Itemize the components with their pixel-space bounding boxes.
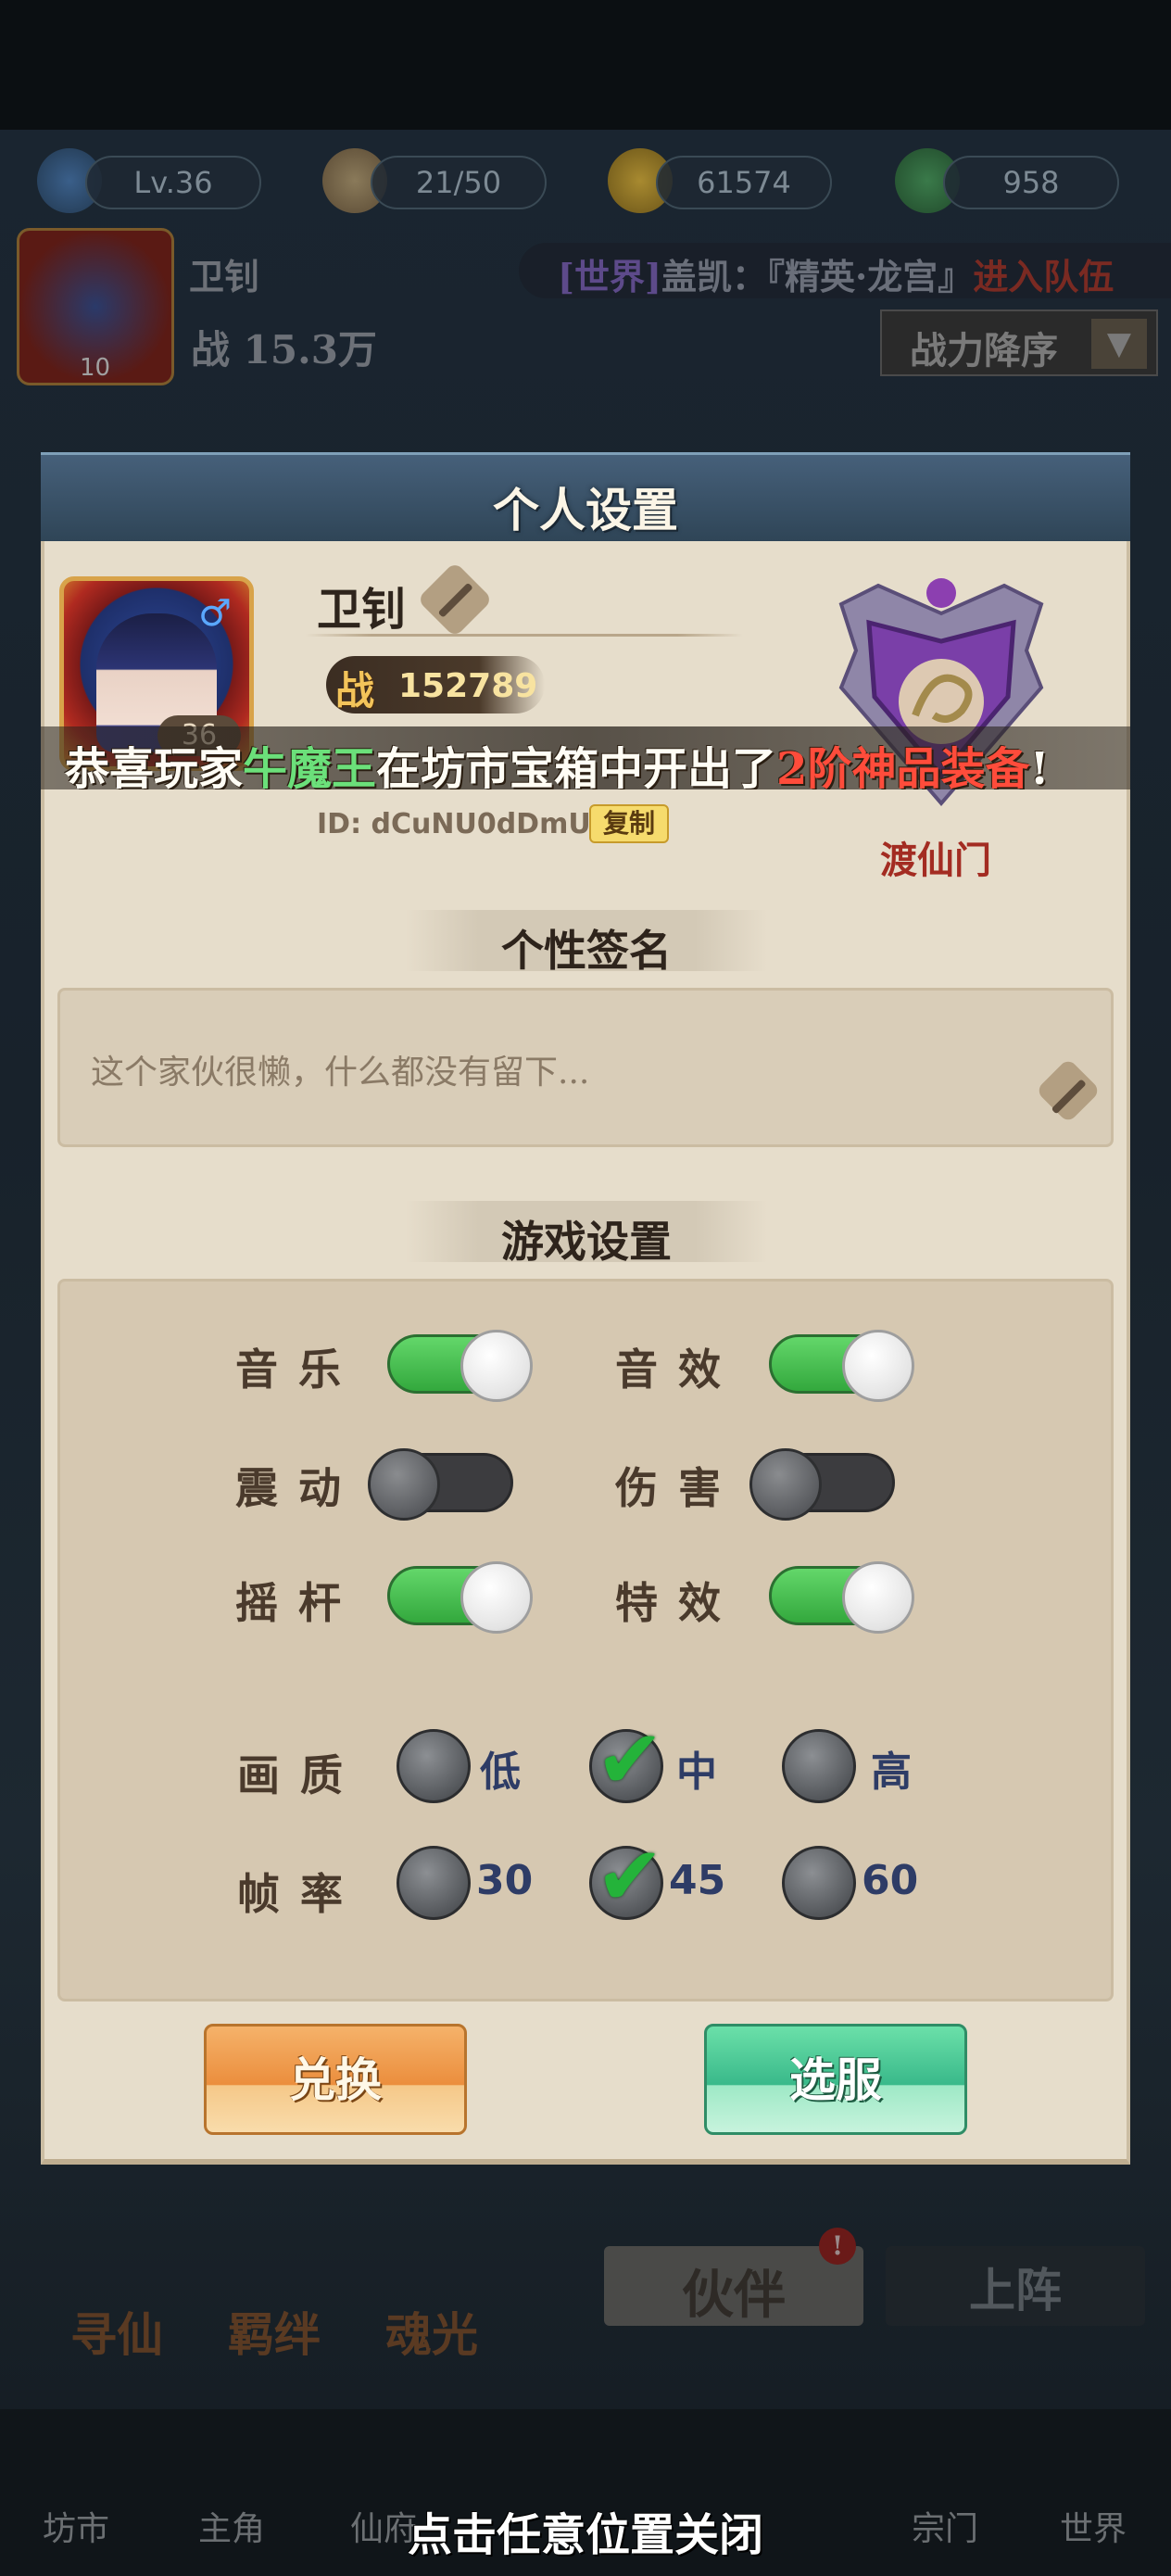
toggle-knob <box>842 1561 914 1634</box>
redeem-button[interactable]: 兑换 <box>204 2024 467 2135</box>
joystick-toggle[interactable] <box>387 1561 533 1634</box>
vibration-label: 震动 <box>235 1463 361 1513</box>
framerate-60-label: 60 <box>862 1857 919 1904</box>
marquee-prefix: 恭喜玩家 <box>65 743 244 789</box>
settings-header: 游戏设置 <box>406 1201 767 1267</box>
quality-medium-label: 中 <box>676 1749 717 1796</box>
hud-power: 战 15.3万 <box>191 327 377 373</box>
copy-id-button[interactable]: 复制 <box>589 804 669 843</box>
signature-header: 个性签名 <box>406 910 767 976</box>
modal-header: 个人设置 <box>41 452 1130 541</box>
quality-high-radio[interactable] <box>782 1729 856 1803</box>
signature-text: 这个家伙很懒，什么都没有留下... <box>91 1054 590 1092</box>
coins-display[interactable]: 61574 <box>656 156 832 209</box>
partner-notification-badge: ! <box>819 2228 856 2265</box>
joystick-label: 摇杆 <box>235 1578 361 1628</box>
sect-name[interactable]: 渡仙门 <box>834 830 1038 884</box>
framerate-45-radio[interactable]: ✔ <box>589 1836 664 1920</box>
tab-deploy-label: 上阵 <box>969 2263 1062 2317</box>
hud-avatar-level: 10 <box>80 354 111 382</box>
tab-deploy[interactable]: 上阵 <box>886 2246 1145 2326</box>
btn-hunguang-label: 魂光 <box>385 2307 478 2362</box>
framerate-30-radio[interactable] <box>397 1846 471 1920</box>
world-chat-ticker[interactable]: [世界]盖凯：『精英·龙宫』进入队伍 <box>519 243 1171 298</box>
level-text: Lv.36 <box>133 165 213 200</box>
btn-xunxian-label: 寻仙 <box>70 2307 163 2362</box>
marquee-middle: 在坊市宝箱中开出了 <box>376 743 777 789</box>
male-gender-icon: ♂ <box>198 592 232 635</box>
stamina-display[interactable]: 21/50 <box>371 156 547 209</box>
toggle-knob <box>460 1561 533 1634</box>
tab-partner-label: 伙伴 <box>682 2265 786 2326</box>
toggle-knob <box>460 1330 533 1402</box>
chat-action: 进入队伍 <box>973 256 1114 297</box>
settings-panel <box>57 1279 1114 2001</box>
toggle-knob <box>368 1448 440 1521</box>
checkmark-icon: ✔ <box>596 1711 664 1807</box>
stamina-text: 21/50 <box>415 165 502 200</box>
modal-title: 个人设置 <box>493 483 678 537</box>
announcement-marquee: 恭喜玩家牛魔王在坊市宝箱中开出了2阶神品装备! <box>41 726 1130 789</box>
quality-low-label: 低 <box>480 1749 521 1796</box>
sort-label: 战力降序 <box>910 329 1058 373</box>
framerate-60-radio[interactable] <box>782 1846 856 1920</box>
select-server-button[interactable]: 选服 <box>704 2024 967 2135</box>
marquee-player: 牛魔王 <box>243 743 377 789</box>
sound-effect-label: 音效 <box>615 1345 741 1395</box>
settings-header-text: 游戏设置 <box>501 1217 672 1267</box>
damage-toggle[interactable] <box>749 1448 895 1521</box>
effects-label: 特效 <box>615 1578 741 1628</box>
name-divider <box>306 634 743 637</box>
signature-header-text: 个性签名 <box>501 926 672 976</box>
marquee-text: 恭喜玩家牛魔王在坊市宝箱中开出了2阶神品装备! <box>65 732 1050 789</box>
btn-jiban[interactable]: 羁绊 <box>209 2270 339 2381</box>
gems-text: 958 <box>1002 165 1060 200</box>
level-display: Lv.36 <box>85 156 261 209</box>
toggle-knob <box>749 1448 822 1521</box>
sort-dropdown[interactable]: 战力降序 ▼ <box>880 309 1158 376</box>
marquee-item: 2阶神品装备 <box>776 743 1030 789</box>
marquee-suffix: ! <box>1029 743 1050 789</box>
quality-low-radio[interactable] <box>397 1729 471 1803</box>
vibration-toggle[interactable] <box>368 1448 513 1521</box>
sound-effect-toggle[interactable] <box>769 1330 914 1402</box>
checkmark-icon: ✔ <box>596 1828 664 1924</box>
framerate-45-label: 45 <box>669 1857 726 1904</box>
coins-text: 61574 <box>697 165 791 200</box>
effects-toggle[interactable] <box>769 1561 914 1634</box>
quality-high-label: 高 <box>871 1749 912 1796</box>
player-id: ID: dCuNU0dDmU <box>317 808 591 840</box>
toggle-knob <box>842 1330 914 1402</box>
damage-label: 伤害 <box>615 1463 741 1513</box>
chat-message: 盖凯：『精英·龙宫』 <box>661 256 974 297</box>
music-toggle[interactable] <box>387 1330 533 1402</box>
btn-hunguang[interactable]: 魂光 <box>367 2270 497 2381</box>
chat-channel: [世界] <box>558 256 661 297</box>
chevron-down-icon: ▼ <box>1091 319 1147 369</box>
gems-display[interactable]: 958 <box>943 156 1119 209</box>
player-name: 卫钊 <box>317 584 407 636</box>
btn-xunxian[interactable]: 寻仙 <box>52 2270 182 2381</box>
music-label: 音乐 <box>235 1345 361 1395</box>
power-value: 152789 <box>398 667 538 705</box>
framerate-label: 帧率 <box>237 1869 363 1919</box>
power-label: 战 <box>335 668 375 713</box>
close-hint[interactable]: 点击任意位置关闭 <box>0 2498 1171 2563</box>
quality-medium-radio[interactable]: ✔ <box>589 1719 664 1803</box>
hud-player-name: 卫钊 <box>189 256 260 297</box>
quality-label: 画质 <box>237 1750 363 1800</box>
btn-jiban-label: 羁绊 <box>228 2307 321 2362</box>
framerate-30-label: 30 <box>476 1857 534 1904</box>
